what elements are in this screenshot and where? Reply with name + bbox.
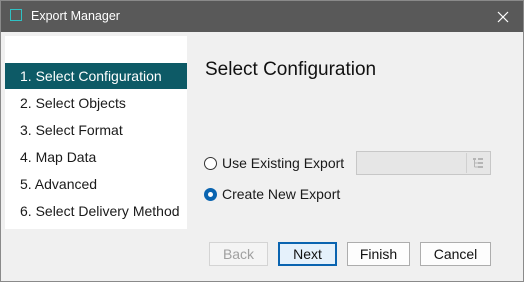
existing-export-select	[356, 151, 491, 175]
title-bar: Export Manager	[1, 1, 523, 32]
page-title: Select Configuration	[205, 59, 377, 80]
use-existing-export-option[interactable]: Use Existing Export	[204, 154, 344, 172]
export-manager-icon	[10, 9, 22, 21]
step-select-delivery-method[interactable]: 6. Select Delivery Method	[5, 198, 187, 224]
back-button[interactable]: Back	[209, 242, 268, 266]
browse-list-icon	[473, 158, 483, 168]
use-existing-export-radio[interactable]	[204, 156, 217, 170]
cancel-button[interactable]: Cancel	[420, 242, 491, 266]
export-manager-window: Export Manager 1. Select Configuration 2…	[0, 0, 524, 282]
step-advanced[interactable]: 5. Advanced	[5, 171, 187, 197]
create-new-export-radio[interactable]	[204, 187, 217, 201]
next-button[interactable]: Next	[278, 242, 337, 266]
dialog-body: 1. Select Configuration 2. Select Object…	[1, 32, 523, 281]
step-select-objects[interactable]: 2. Select Objects	[5, 90, 187, 116]
wizard-step-list: 1. Select Configuration 2. Select Object…	[5, 36, 187, 229]
window-title: Export Manager	[31, 9, 120, 23]
step-select-configuration[interactable]: 1. Select Configuration	[5, 63, 187, 89]
create-new-export-option[interactable]: Create New Export	[204, 185, 340, 203]
step-map-data[interactable]: 4. Map Data	[5, 144, 187, 170]
finish-button[interactable]: Finish	[347, 242, 410, 266]
close-button[interactable]	[483, 1, 523, 32]
use-existing-export-label: Use Existing Export	[222, 155, 345, 171]
create-new-export-label: Create New Export	[222, 186, 341, 202]
close-icon	[497, 11, 509, 22]
existing-export-browse-button	[466, 153, 489, 173]
step-select-format[interactable]: 3. Select Format	[5, 117, 187, 143]
